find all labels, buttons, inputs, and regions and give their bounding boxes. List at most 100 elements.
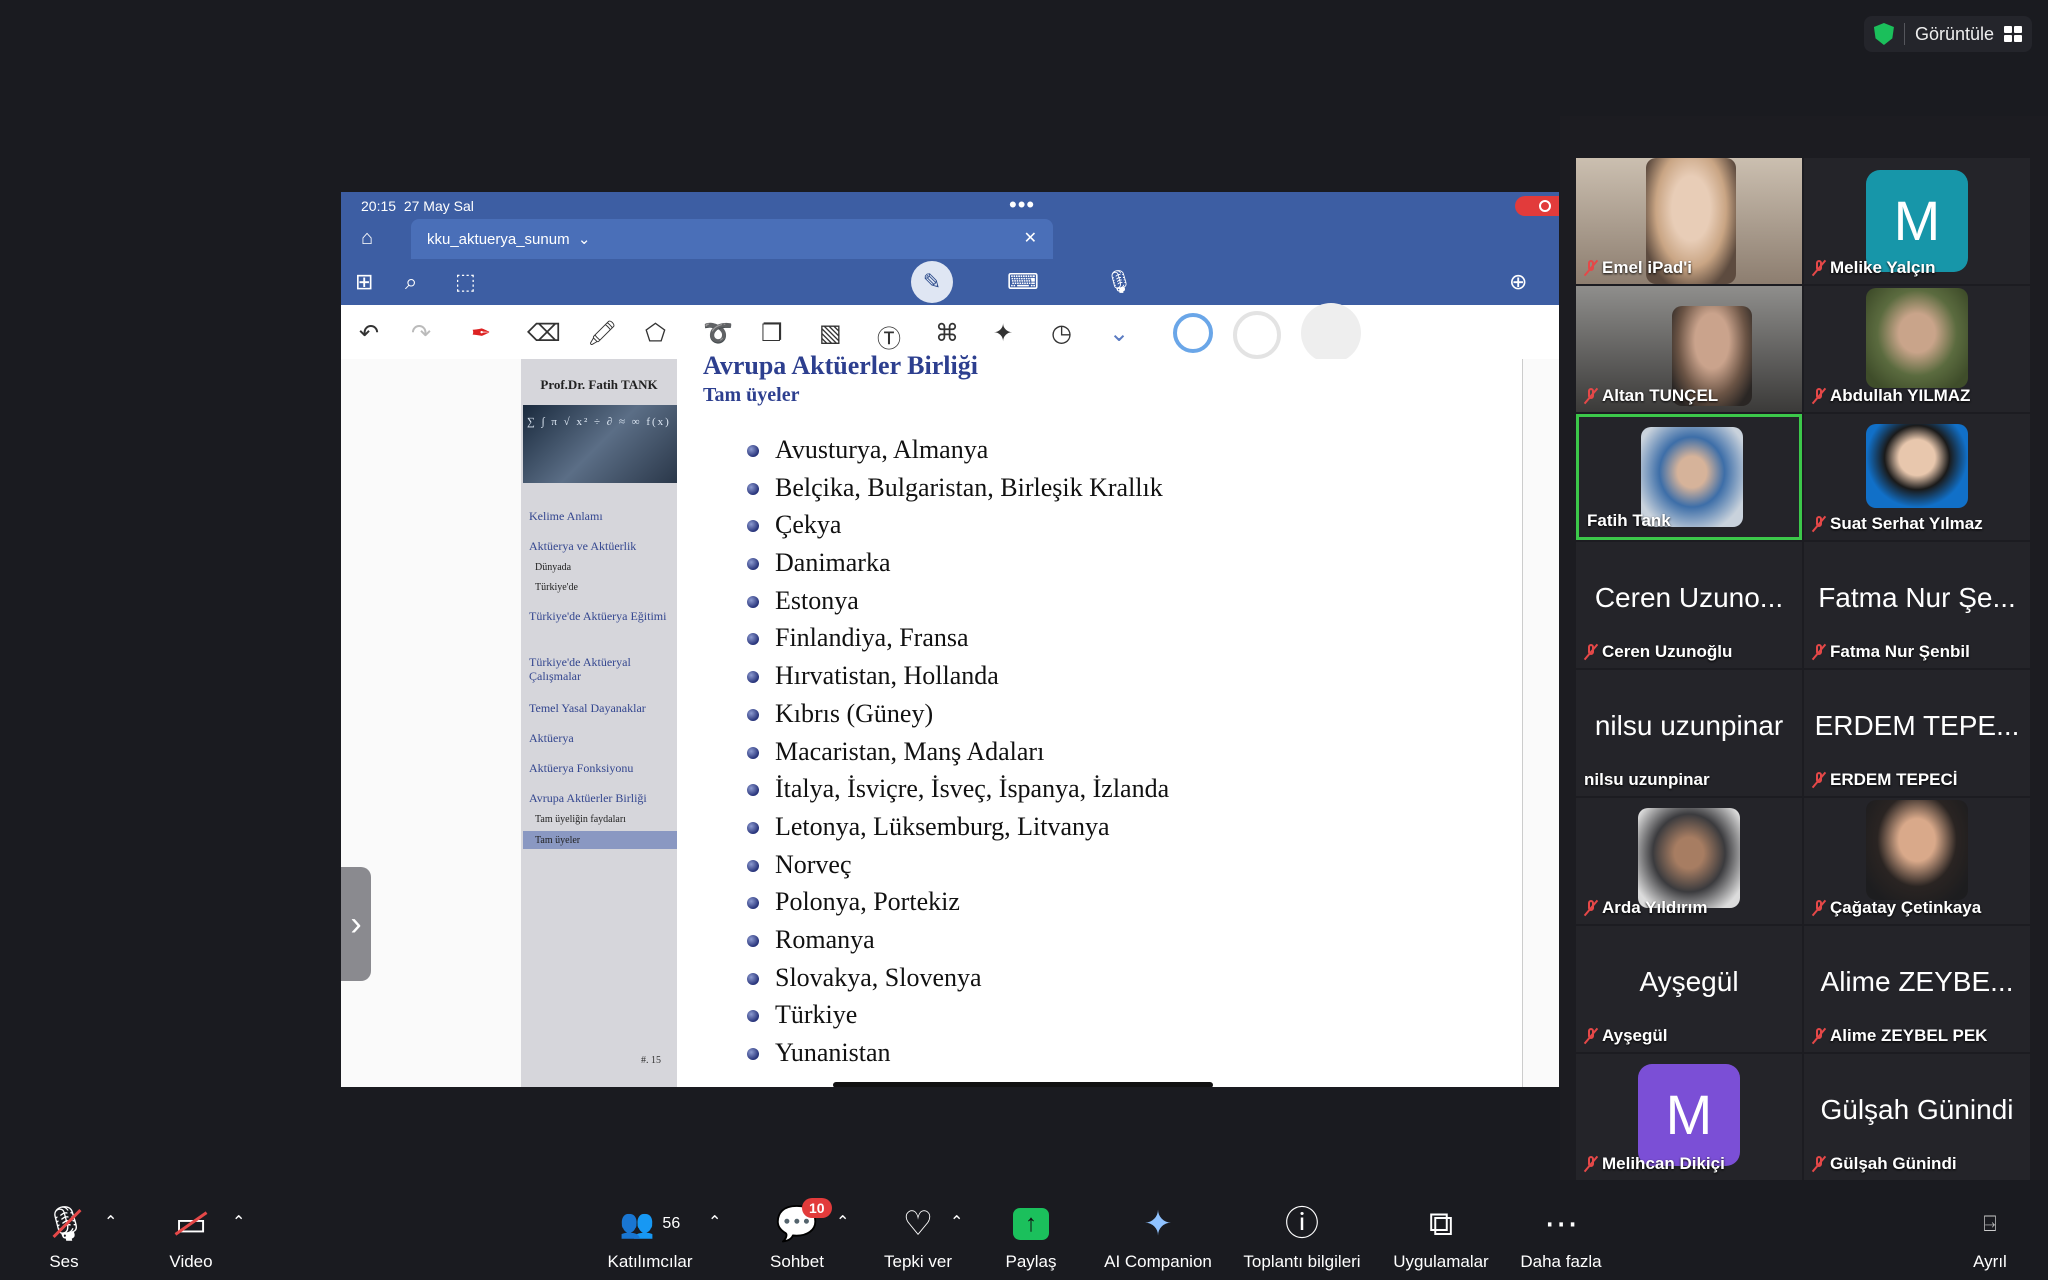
leave-icon: ⍈ <box>1983 1211 1997 1236</box>
close-tab-icon[interactable]: ✕ <box>1024 228 1037 248</box>
leave-button[interactable]: ⍈ Ayrıl <box>1960 1202 2020 1272</box>
grid-view-icon[interactable]: ⊞ <box>355 269 373 295</box>
ai-companion-button[interactable]: ✦ AI Companion <box>1100 1202 1216 1272</box>
microphone-icon[interactable]: 🎙 <box>1105 269 1133 295</box>
participant-tile[interactable]: Emel iPad'i <box>1576 158 1802 284</box>
participant-tile[interactable]: M Melihcan Dikiçi <box>1576 1054 1802 1180</box>
avatar <box>1638 808 1740 908</box>
more-button[interactable]: ⋯ Daha fazla <box>1516 1202 1606 1272</box>
participant-tile[interactable]: Alime ZEYBE... Alime ZEYBEL PEK <box>1804 926 2030 1052</box>
home-icon[interactable]: ⌂ <box>361 227 373 250</box>
camera-icon[interactable]: ⌘ <box>935 319 959 348</box>
share-screen-icon <box>1013 1208 1049 1240</box>
image-icon[interactable]: ▧ <box>819 319 842 348</box>
apps-button[interactable]: ⧉ Uygulamalar <box>1388 1202 1494 1272</box>
participants-options-chevron-icon[interactable]: ⌃ <box>708 1212 721 1232</box>
participant-name: Abdullah YILMAZ <box>1830 386 1971 405</box>
participant-tile[interactable]: nilsu uzunpinar nilsu uzunpinar <box>1576 670 1802 796</box>
stroke-size-swatch[interactable] <box>1301 303 1361 363</box>
video-options-chevron-icon[interactable]: ⌃ <box>232 1212 245 1232</box>
doc-tab[interactable]: kku_aktuerya_sunum ⌄ ✕ <box>411 219 1053 259</box>
laser-pointer-icon[interactable]: ✦ <box>993 319 1013 348</box>
participant-name: Ceren Uzunoğlu <box>1602 642 1733 661</box>
add-page-icon[interactable]: ⊕ <box>1509 269 1527 295</box>
participants-button[interactable]: 👥 56 Katılımcılar <box>598 1202 702 1272</box>
redo-icon[interactable]: ↷ <box>411 319 431 348</box>
participant-tile[interactable]: Çağatay Çetinkaya <box>1804 798 2030 924</box>
participant-display-name: Gülşah Günindi <box>1820 1094 2014 1125</box>
participant-tile[interactable]: Ayşegül Ayşegül <box>1576 926 1802 1052</box>
shapes-icon[interactable]: ⬠ <box>645 319 666 348</box>
participant-tile[interactable]: Gülşah Günindi Gülşah Günindi <box>1804 1054 2030 1180</box>
mic-off-icon <box>1812 772 1826 788</box>
doc-tab-bar: ⌂ kku_aktuerya_sunum ⌄ ✕ <box>341 219 1559 259</box>
participant-gallery: Emel iPad'i M Melike Yalçın Altan TUNÇEL… <box>1560 116 2048 1180</box>
divider <box>1903 23 1905 45</box>
participant-name: Alime ZEYBEL PEK <box>1830 1026 1988 1045</box>
sidebar-expand-handle[interactable]: › <box>341 867 371 981</box>
search-icon[interactable]: ⌕ <box>405 269 417 295</box>
lasso-icon[interactable]: ➰ <box>703 319 733 348</box>
audio-options-chevron-icon[interactable]: ⌃ <box>104 1212 117 1232</box>
text-box-icon[interactable]: Ⓣ <box>877 319 901 354</box>
view-label[interactable]: Görüntüle <box>1915 24 1994 45</box>
slide-nav-subitem: Türkiye'de <box>535 582 578 593</box>
participant-tile[interactable]: M Melike Yalçın <box>1804 158 2030 284</box>
participant-name: nilsu uzunpinar <box>1584 770 1710 789</box>
color-swatch-2[interactable] <box>1233 311 1281 359</box>
participant-name: Emel iPad'i <box>1602 258 1693 277</box>
reactions-button[interactable]: ♡ Tepki ver <box>878 1202 958 1272</box>
participant-tile[interactable]: Suat Serhat Yılmaz <box>1804 414 2030 540</box>
participant-name: Arda Yıldırım <box>1602 898 1708 917</box>
list-item: Avusturya, Almanya <box>745 431 1169 469</box>
lasso-select-icon[interactable]: ⬚ <box>455 269 476 295</box>
share-screen-button[interactable]: Paylaş <box>998 1202 1064 1272</box>
keyboard-icon[interactable]: ⌨ <box>1007 269 1039 295</box>
slide-nav-item: Aktüerya <box>529 731 574 745</box>
share-label: Paylaş <box>1005 1252 1057 1271</box>
list-item: Kıbrıs (Güney) <box>745 695 1169 733</box>
highlighter-icon[interactable]: 🖍 <box>587 319 617 348</box>
slide-subtitle: Tam üyeler <box>703 384 800 406</box>
more-dots-icon: ••• <box>1009 192 1036 217</box>
chat-options-chevron-icon[interactable]: ⌃ <box>836 1212 849 1232</box>
avatar: M <box>1638 1064 1740 1166</box>
audio-label: Ses <box>49 1252 79 1271</box>
slide-nav-subitem-active: Tam üyeler <box>535 835 581 846</box>
undo-icon[interactable]: ↶ <box>359 319 379 348</box>
audio-button[interactable]: 🎙 Ses <box>44 1202 87 1272</box>
color-swatch-1[interactable] <box>1173 313 1213 353</box>
participant-tile[interactable]: ERDEM TEPE... ERDEM TEPECİ <box>1804 670 2030 796</box>
apps-label: Uygulamalar <box>1393 1252 1489 1271</box>
avatar: M <box>1866 170 1968 272</box>
timer-icon[interactable]: ◷ <box>1051 319 1072 348</box>
list-item: Letonya, Lüksemburg, Litvanya <box>745 808 1169 846</box>
pen-mode-icon[interactable]: ✎ <box>911 261 953 303</box>
home-indicator-bar <box>833 1082 1213 1087</box>
view-control[interactable]: Görüntüle <box>1863 16 2032 52</box>
meeting-info-button[interactable]: ⓘ Toplantı bilgileri <box>1236 1202 1368 1272</box>
participant-tile[interactable]: Abdullah YILMAZ <box>1804 286 2030 412</box>
chevron-down-icon[interactable]: ⌄ <box>1109 319 1129 348</box>
gallery-grid-icon <box>2004 26 2022 42</box>
pen-tool-icon[interactable]: ✒ <box>471 319 491 348</box>
reactions-options-chevron-icon[interactable]: ⌃ <box>950 1212 963 1232</box>
chat-label: Sohbet <box>770 1252 824 1271</box>
info-label: Toplantı bilgileri <box>1243 1252 1361 1271</box>
participant-tile[interactable]: Ceren Uzuno... Ceren Uzunoğlu <box>1576 542 1802 668</box>
participant-tile[interactable]: Altan TUNÇEL <box>1576 286 1802 412</box>
mic-muted-icon: 🎙 <box>44 1202 87 1246</box>
eraser-icon[interactable]: ⌫ <box>527 319 561 348</box>
video-button[interactable]: ▭ Video <box>166 1202 216 1272</box>
mic-off-icon <box>1584 260 1598 276</box>
participant-tile-active-speaker[interactable]: Fatih Tank <box>1576 414 1802 540</box>
avatar <box>1866 288 1968 388</box>
mic-off-icon <box>1812 1028 1826 1044</box>
slide-margin-right <box>1522 359 1559 1087</box>
mic-off-icon <box>1584 1156 1598 1172</box>
encryption-shield-icon <box>1873 23 1894 45</box>
list-item: Yunanistan <box>745 1034 1169 1072</box>
participant-tile[interactable]: Arda Yıldırım <box>1576 798 1802 924</box>
sticker-icon[interactable]: ❐ <box>761 319 783 348</box>
participant-tile[interactable]: Fatma Nur Şe... Fatma Nur Şenbil <box>1804 542 2030 668</box>
